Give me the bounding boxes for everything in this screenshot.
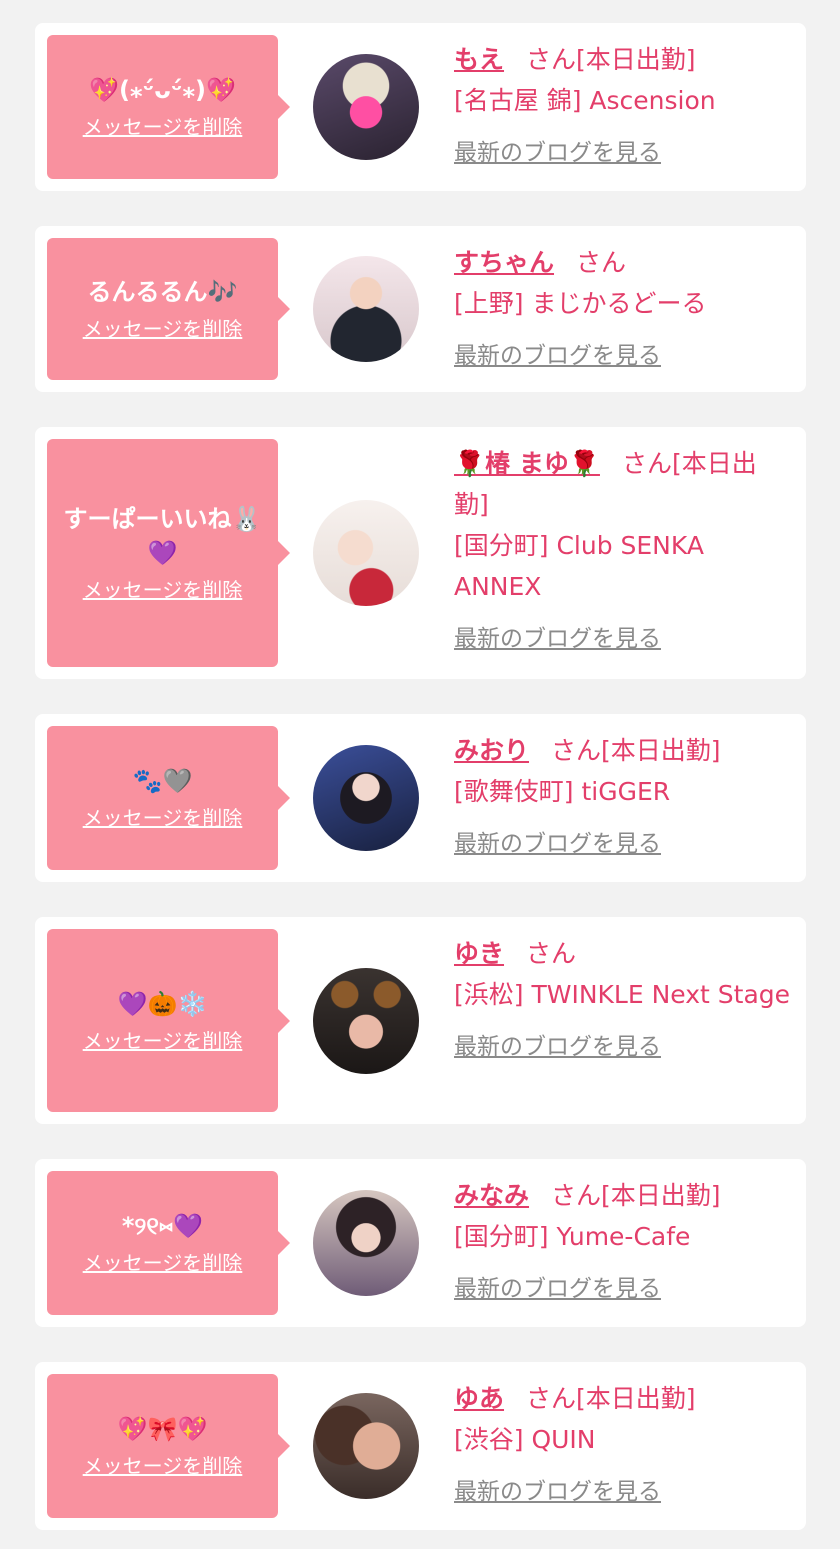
avatar[interactable]: [313, 256, 419, 362]
honorific: さん: [551, 736, 602, 765]
profile-info: もえ さん[本日出勤] [名古屋 錦] Ascension 最新のブログを見る: [454, 39, 790, 174]
message-text: るんるるん🎶: [87, 278, 238, 306]
honorific: さん: [526, 939, 577, 968]
profile-name-link[interactable]: もえ: [454, 45, 504, 74]
message-bubble: *୨୧⑅💜 メッセージを削除: [47, 1171, 290, 1315]
delete-message-link[interactable]: メッセージを削除: [83, 576, 243, 604]
delete-message-link[interactable]: メッセージを削除: [83, 804, 243, 832]
message-bubble: 🐾🩶 メッセージを削除: [47, 726, 290, 870]
shop-name: [国分町] Club SENKA ANNEX: [454, 531, 704, 601]
shop-name: [渋谷] QUIN: [454, 1425, 596, 1454]
delete-message-link[interactable]: メッセージを削除: [83, 315, 243, 343]
message-text: 💖(⁎ᵕ́ᴗᵕ́⁎)💖: [89, 76, 236, 104]
avatar[interactable]: [313, 967, 419, 1074]
avatar[interactable]: [313, 500, 419, 606]
shop-name: [国分町] Yume-Cafe: [454, 1222, 691, 1251]
profile-info: ゆあ さん[本日出勤] [渋谷] QUIN 最新のブログを見る: [454, 1378, 790, 1513]
message-card: すーぱーいいね🐰💜 メッセージを削除 🌹椿 まゆ🌹 さん[本日出勤] [国分町] …: [35, 427, 806, 679]
profile-name-link[interactable]: ゆあ: [454, 1384, 504, 1413]
latest-blog-link[interactable]: 最新のブログを見る: [454, 619, 661, 660]
avatar[interactable]: [313, 1190, 419, 1296]
honorific: さん: [526, 45, 577, 74]
latest-blog-link[interactable]: 最新のブログを見る: [454, 1472, 661, 1513]
work-status: [本日出勤]: [576, 45, 696, 74]
message-bubble: すーぱーいいね🐰💜 メッセージを削除: [47, 439, 290, 667]
delete-message-link[interactable]: メッセージを削除: [83, 113, 243, 141]
avatar[interactable]: [313, 745, 419, 851]
honorific: さん: [526, 1384, 577, 1413]
profile-name-link[interactable]: みなみ: [454, 1181, 529, 1210]
latest-blog-link[interactable]: 最新のブログを見る: [454, 1027, 661, 1068]
message-card: 💖(⁎ᵕ́ᴗᵕ́⁎)💖 メッセージを削除 もえ さん[本日出勤] [名古屋 錦] …: [35, 23, 806, 191]
avatar[interactable]: [313, 1393, 419, 1499]
profile-name-link[interactable]: すちゃん: [454, 248, 554, 277]
message-text: *୨୧⑅💜: [121, 1212, 204, 1240]
profile-name-link[interactable]: ゆき: [454, 939, 504, 968]
delete-message-link[interactable]: メッセージを削除: [83, 1452, 243, 1480]
latest-blog-link[interactable]: 最新のブログを見る: [454, 1269, 661, 1310]
honorific: さん: [621, 449, 672, 478]
message-text: 💖🎀💖: [117, 1415, 208, 1443]
message-card: 💜🎃❄️ メッセージを削除 ゆき さん [浜松] TWINKLE Next Sta…: [35, 917, 806, 1124]
message-card: 🐾🩶 メッセージを削除 みおり さん[本日出勤] [歌舞伎町] tiGGER 最新…: [35, 714, 806, 882]
message-text: 🐾🩶: [132, 767, 193, 795]
work-status: [本日出勤]: [601, 736, 721, 765]
shop-name: [上野] まじかるどーる: [454, 289, 707, 318]
latest-blog-link[interactable]: 最新のブログを見る: [454, 336, 661, 377]
profile-info: みなみ さん[本日出勤] [国分町] Yume-Cafe 最新のブログを見る: [454, 1175, 790, 1310]
shop-name: [名古屋 錦] Ascension: [454, 86, 716, 115]
delete-message-link[interactable]: メッセージを削除: [83, 1027, 243, 1055]
latest-blog-link[interactable]: 最新のブログを見る: [454, 133, 661, 174]
profile-info: みおり さん[本日出勤] [歌舞伎町] tiGGER 最新のブログを見る: [454, 730, 790, 865]
profile-info: ゆき さん [浜松] TWINKLE Next Stage 最新のブログを見る: [454, 933, 790, 1068]
message-card: 💖🎀💖 メッセージを削除 ゆあ さん[本日出勤] [渋谷] QUIN 最新のブログ…: [35, 1362, 806, 1530]
message-bubble: 💖(⁎ᵕ́ᴗᵕ́⁎)💖 メッセージを削除: [47, 35, 290, 179]
profile-info: 🌹椿 まゆ🌹 さん[本日出勤] [国分町] Club SENKA ANNEX 最新…: [454, 443, 790, 660]
latest-blog-link[interactable]: 最新のブログを見る: [454, 824, 661, 865]
honorific: さん: [576, 248, 627, 277]
shop-name: [歌舞伎町] tiGGER: [454, 777, 671, 806]
message-card: *୨୧⑅💜 メッセージを削除 みなみ さん[本日出勤] [国分町] Yume-Ca…: [35, 1159, 806, 1327]
profile-name-link[interactable]: みおり: [454, 736, 529, 765]
delete-message-link[interactable]: メッセージを削除: [83, 1249, 243, 1277]
message-bubble: るんるるん🎶 メッセージを削除: [47, 238, 290, 380]
profile-name-link[interactable]: 🌹椿 まゆ🌹: [454, 449, 600, 478]
message-bubble: 💜🎃❄️ メッセージを削除: [47, 929, 290, 1112]
work-status: [本日出勤]: [601, 1181, 721, 1210]
message-card: るんるるん🎶 メッセージを削除 すちゃん さん [上野] まじかるどーる 最新のブ…: [35, 226, 806, 392]
message-text: すーぱーいいね🐰💜: [63, 505, 262, 567]
honorific: さん: [551, 1181, 602, 1210]
profile-info: すちゃん さん [上野] まじかるどーる 最新のブログを見る: [454, 242, 790, 377]
shop-name: [浜松] TWINKLE Next Stage: [454, 980, 791, 1009]
message-bubble: 💖🎀💖 メッセージを削除: [47, 1374, 290, 1518]
message-text: 💜🎃❄️: [117, 989, 208, 1018]
avatar[interactable]: [313, 54, 419, 160]
work-status: [本日出勤]: [576, 1384, 696, 1413]
